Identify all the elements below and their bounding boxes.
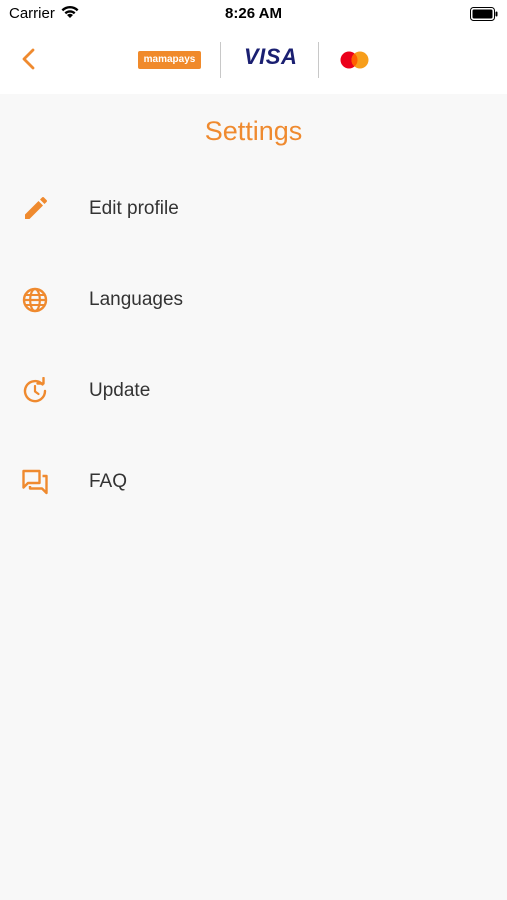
battery-icon <box>470 7 498 21</box>
status-bar: Carrier 8:26 AM <box>0 0 507 28</box>
menu-item-faq[interactable]: FAQ <box>0 453 507 513</box>
page-title: Settings <box>204 116 303 146</box>
menu-item-label: Update <box>89 380 151 401</box>
update-icon <box>23 377 47 403</box>
menu-item-label: Languages <box>89 289 184 310</box>
header-divider <box>220 42 221 78</box>
chat-icon <box>22 469 48 495</box>
menu-item-languages[interactable]: Languages <box>0 271 507 331</box>
menu-item-update[interactable]: Update <box>0 362 507 422</box>
menu-item-label: Edit profile <box>89 198 179 219</box>
menu-item-edit-profile[interactable]: Edit profile <box>0 180 507 240</box>
header-divider <box>318 42 319 78</box>
menu-item-label: FAQ <box>89 471 128 492</box>
chevron-left-icon[interactable] <box>14 44 44 74</box>
header-bar: mamapays VISA <box>0 28 507 94</box>
status-time: 8:26 AM <box>225 5 282 22</box>
pencil-icon <box>25 197 47 219</box>
globe-icon <box>22 287 48 313</box>
mamapays-logo: mamapays <box>138 51 201 69</box>
visa-logo: VISA <box>244 44 298 69</box>
mastercard-logo-icon <box>340 51 369 69</box>
